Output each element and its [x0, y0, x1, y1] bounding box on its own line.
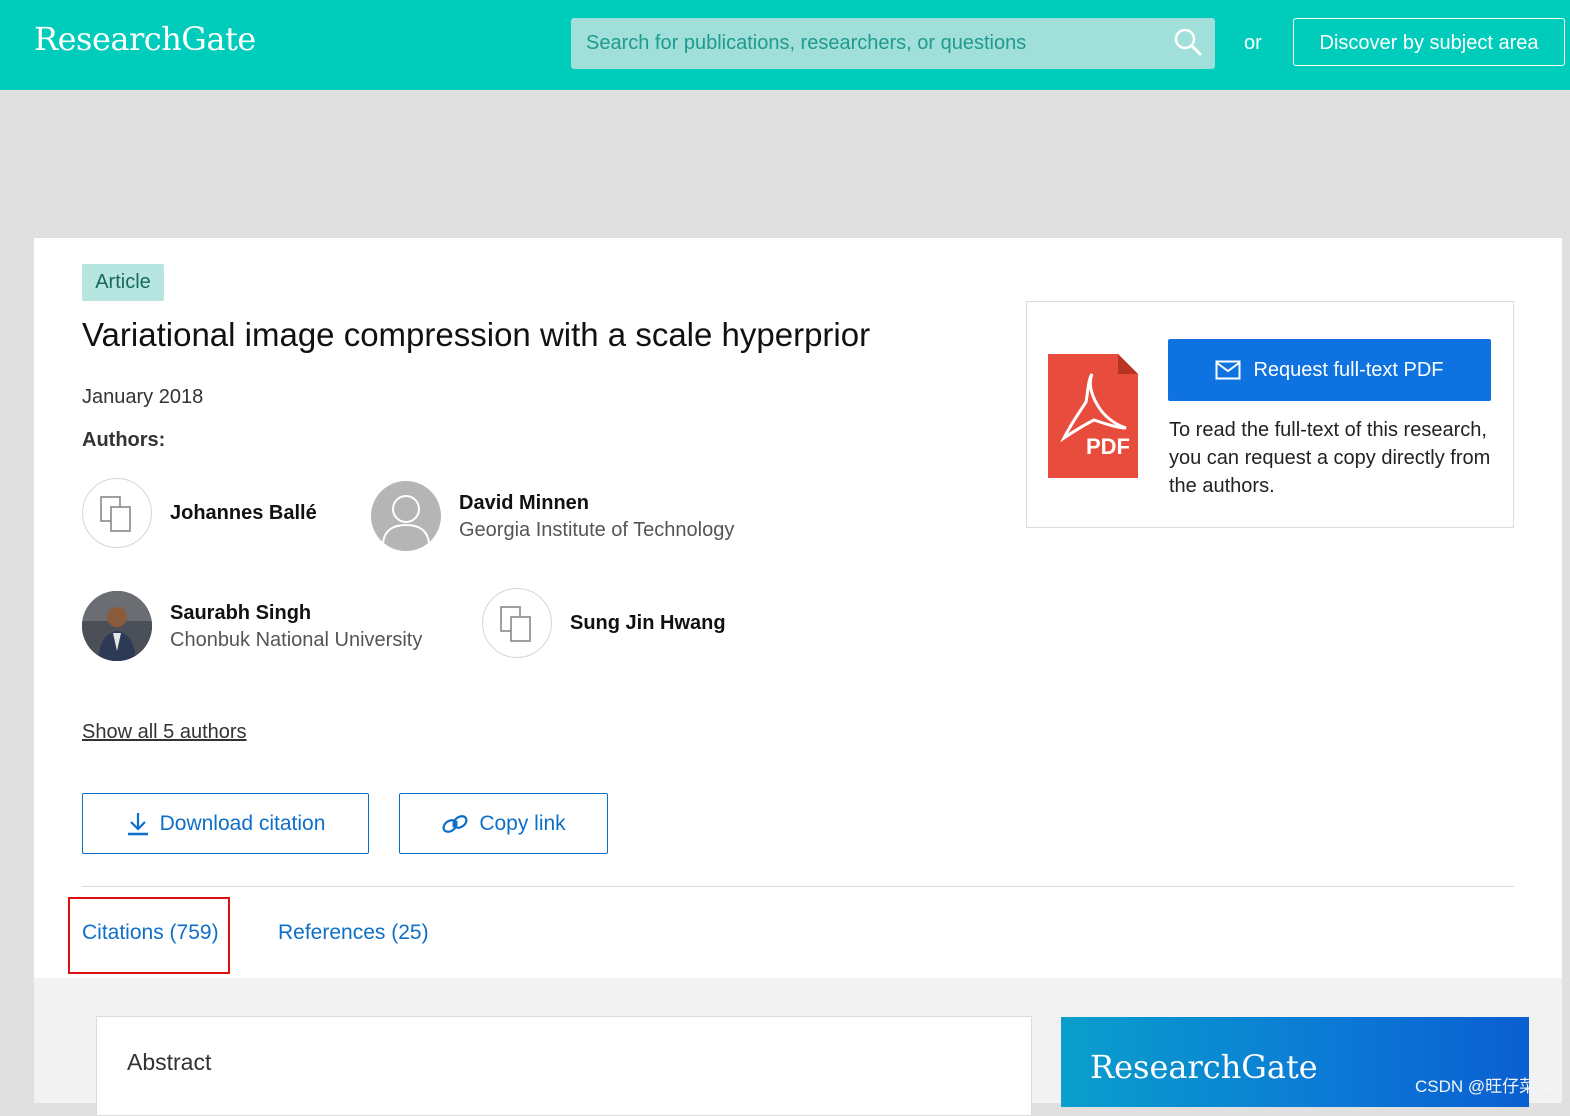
- copy-link-label: Copy link: [479, 811, 566, 835]
- author-placeholder-icon[interactable]: [482, 588, 552, 658]
- author-name[interactable]: David Minnen: [459, 492, 589, 515]
- show-all-authors-link[interactable]: Show all 5 authors: [82, 721, 247, 744]
- pdf-icon-label: PDF: [1086, 434, 1130, 459]
- top-navigation-bar: ResearchGate or Discover by subject area: [0, 0, 1570, 90]
- request-fulltext-button[interactable]: Request full-text PDF: [1168, 339, 1491, 401]
- article-title: Variational image compression with a sca…: [82, 316, 871, 353]
- discover-by-subject-button[interactable]: Discover by subject area: [1293, 18, 1565, 66]
- article-type-badge: Article: [82, 264, 164, 301]
- author-photo[interactable]: [82, 591, 152, 661]
- csdn-watermark: CSDN @旺仔菜菜: [1415, 1077, 1554, 1096]
- search-icon[interactable]: [1173, 27, 1203, 57]
- author-name[interactable]: Saurabh Singh: [170, 602, 311, 625]
- authors-label: Authors:: [82, 429, 166, 451]
- section-divider: [82, 886, 1514, 887]
- link-icon: [442, 814, 468, 833]
- author-name[interactable]: Sung Jin Hwang: [570, 612, 726, 635]
- author-name[interactable]: Johannes Ballé: [170, 502, 317, 525]
- annotation-highlight-box: [68, 897, 230, 974]
- abstract-heading: Abstract: [127, 1049, 212, 1075]
- researchgate-logo[interactable]: ResearchGate: [34, 20, 256, 58]
- author-placeholder-icon[interactable]: [82, 478, 152, 548]
- download-icon: [127, 812, 148, 835]
- pdf-file-icon: PDF: [1048, 354, 1138, 478]
- promo-logo: ResearchGate: [1090, 1048, 1318, 1086]
- envelope-icon: [1215, 360, 1241, 380]
- abstract-card: [96, 1016, 1032, 1116]
- author-affiliation: Chonbuk National University: [170, 629, 423, 651]
- request-description: To read the full-text of this research, …: [1169, 419, 1491, 497]
- author-affiliation: Georgia Institute of Technology: [459, 519, 735, 541]
- request-fulltext-label: Request full-text PDF: [1253, 358, 1444, 381]
- or-text: or: [1244, 32, 1262, 54]
- publication-date: January 2018: [82, 386, 204, 408]
- search-input[interactable]: [571, 18, 1176, 69]
- default-person-icon[interactable]: [371, 481, 441, 551]
- download-citation-button[interactable]: Download citation: [82, 793, 369, 854]
- tab-references[interactable]: References (25): [278, 921, 429, 945]
- copy-link-button[interactable]: Copy link: [399, 793, 608, 854]
- search-box[interactable]: [571, 18, 1215, 69]
- download-citation-label: Download citation: [159, 811, 326, 835]
